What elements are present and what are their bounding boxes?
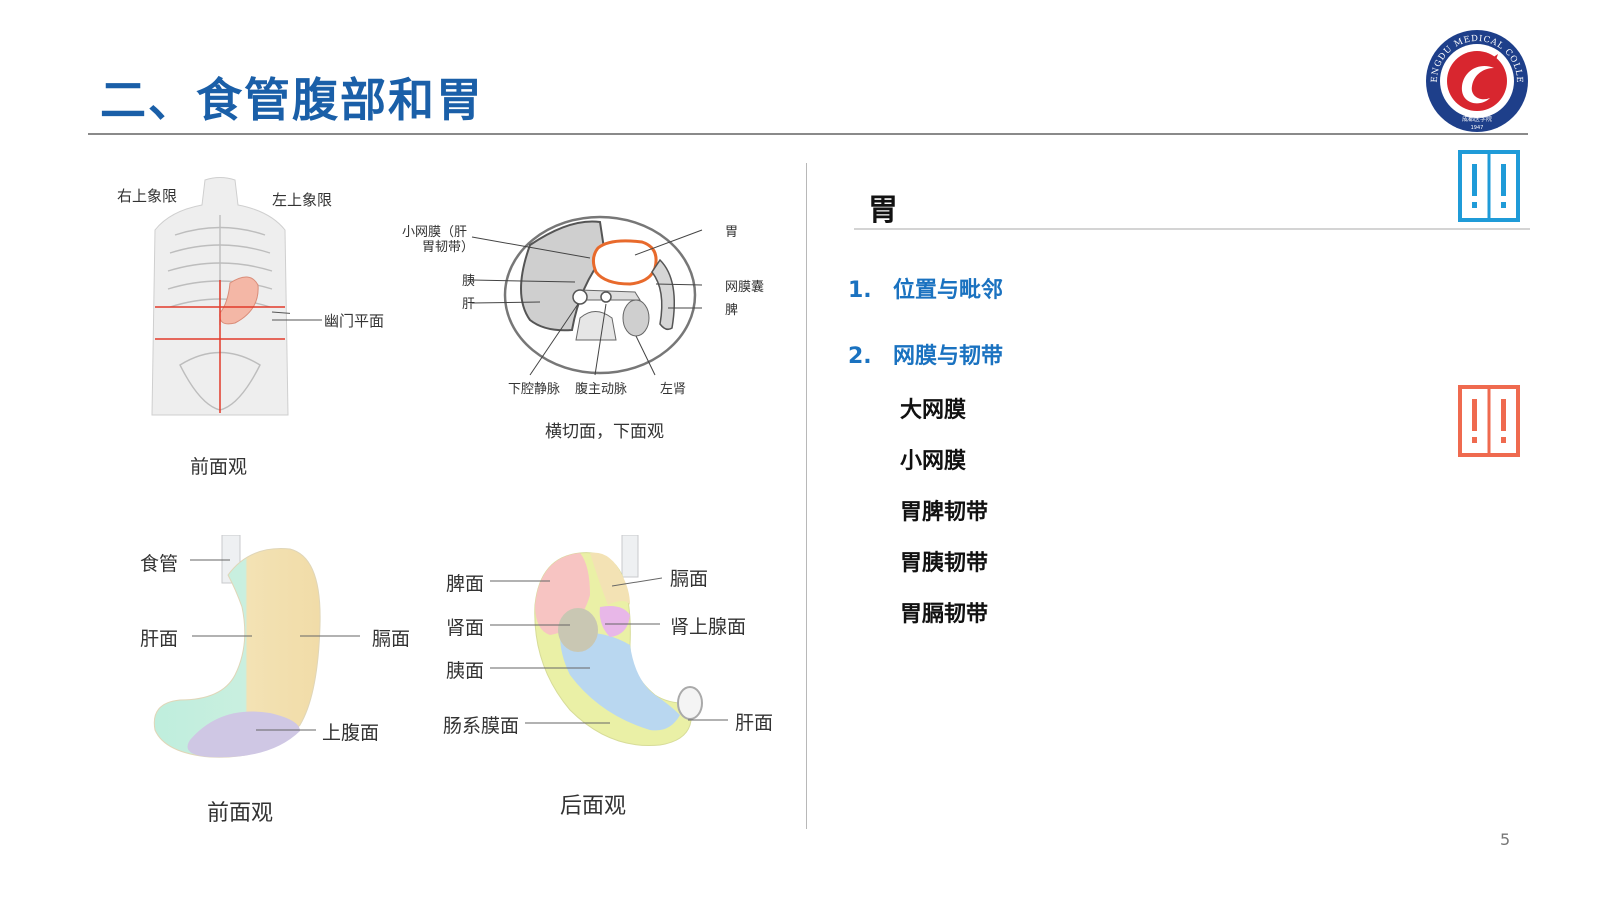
label-esophagus: 食管 <box>140 553 179 575</box>
leader-epigastric-surface <box>256 729 316 731</box>
label-upper-right-quadrant: 右上象限 <box>117 187 178 205</box>
caption-torso: 前面观 <box>190 456 248 478</box>
label-lesser-omentum-1: 小网膜（肝 <box>402 225 468 240</box>
leader-diaphragmatic-surface <box>300 635 360 637</box>
label-liver: 肝 <box>462 297 476 312</box>
column-divider <box>806 163 807 829</box>
list-label: 位置与毗邻 <box>893 278 1004 303</box>
label-ivc: 下腔静脉 <box>508 382 561 397</box>
section-divider <box>854 228 1530 230</box>
leader-splenic-surface <box>490 580 550 582</box>
leader-back-hepatic-surface <box>688 719 728 721</box>
leader-esophagus <box>190 559 230 561</box>
label-renal-surface: 肾面 <box>446 617 485 639</box>
college-logo: CHENGDU MEDICAL COLLEGE 成都医学院 1947 <box>1424 28 1528 132</box>
exclamation-blue-icon <box>1458 150 1520 222</box>
leader-hepatic-surface <box>192 635 252 637</box>
leader-mesocolic-surface <box>525 722 610 724</box>
list-number: 2. <box>848 344 872 369</box>
label-spleen: 脾 <box>725 303 739 318</box>
label-pancreas: 胰 <box>462 274 476 289</box>
label-pancreatic-surface: 胰面 <box>446 660 485 682</box>
caption-cross-section: 横切面，下面观 <box>545 422 664 442</box>
section-title: 胃 <box>868 193 898 228</box>
exclamation-red-icon <box>1458 385 1520 457</box>
list-item-omentum-ligaments: 2. 网膜与韧带 <box>848 338 1003 370</box>
sub-item-lesser-omentum: 小网膜 <box>900 449 967 474</box>
list-number: 1. <box>848 278 872 303</box>
sub-item-gastrophrenic-ligament: 胃膈韧带 <box>900 602 989 627</box>
logo-cn-text: 成都医学院 <box>1462 115 1492 123</box>
leader-pancreatic-surface <box>490 667 590 669</box>
label-back-diaphragmatic-surface: 膈面 <box>670 568 709 590</box>
leader-renal-surface <box>490 624 570 626</box>
label-upper-left-quadrant: 左上象限 <box>272 191 333 209</box>
page-number: 5 <box>1500 830 1511 849</box>
label-lesser-omentum-2: 胃韧带） <box>422 240 475 255</box>
slide-title: 二、食管腹部和胃 <box>100 73 484 127</box>
logo-year: 1947 <box>1471 125 1484 131</box>
leader-back-diaphragmatic <box>612 577 662 587</box>
label-front-hepatic-surface: 肝面 <box>140 628 179 650</box>
label-suprarenal-surface: 肾上腺面 <box>670 616 747 638</box>
label-pyloric-plane: 幽门平面 <box>324 312 385 330</box>
label-omental-bursa: 网膜囊 <box>725 280 765 295</box>
label-front-diaphragmatic-surface: 膈面 <box>372 628 411 650</box>
leader-suprarenal-surface <box>605 623 660 625</box>
caption-stomach-back: 后面观 <box>560 794 627 819</box>
label-stomach-xs: 胃 <box>725 225 739 240</box>
list-item-position: 1. 位置与毗邻 <box>848 272 1003 304</box>
label-epigastric-surface: 上腹面 <box>322 722 380 744</box>
list-label: 网膜与韧带 <box>893 344 1004 369</box>
label-back-hepatic-surface: 肝面 <box>735 712 774 734</box>
leader-pyloric-plane <box>272 319 322 321</box>
stomach-anterior-figure <box>153 535 321 758</box>
cross-section-figure <box>471 215 703 376</box>
title-divider <box>88 133 1528 135</box>
label-splenic-surface: 脾面 <box>446 573 485 595</box>
label-aorta: 腹主动脉 <box>575 382 628 397</box>
sub-item-gastrosplenic-ligament: 胃脾韧带 <box>900 500 989 525</box>
caption-stomach-front: 前面观 <box>207 801 274 826</box>
label-left-kidney: 左肾 <box>660 382 687 397</box>
torso-anterior-figure <box>151 177 290 416</box>
label-mesocolic-surface: 肠系膜面 <box>443 715 520 737</box>
sub-item-greater-omentum: 大网膜 <box>900 398 967 423</box>
sub-item-gastropancreatic-ligament: 胃胰韧带 <box>900 551 989 576</box>
